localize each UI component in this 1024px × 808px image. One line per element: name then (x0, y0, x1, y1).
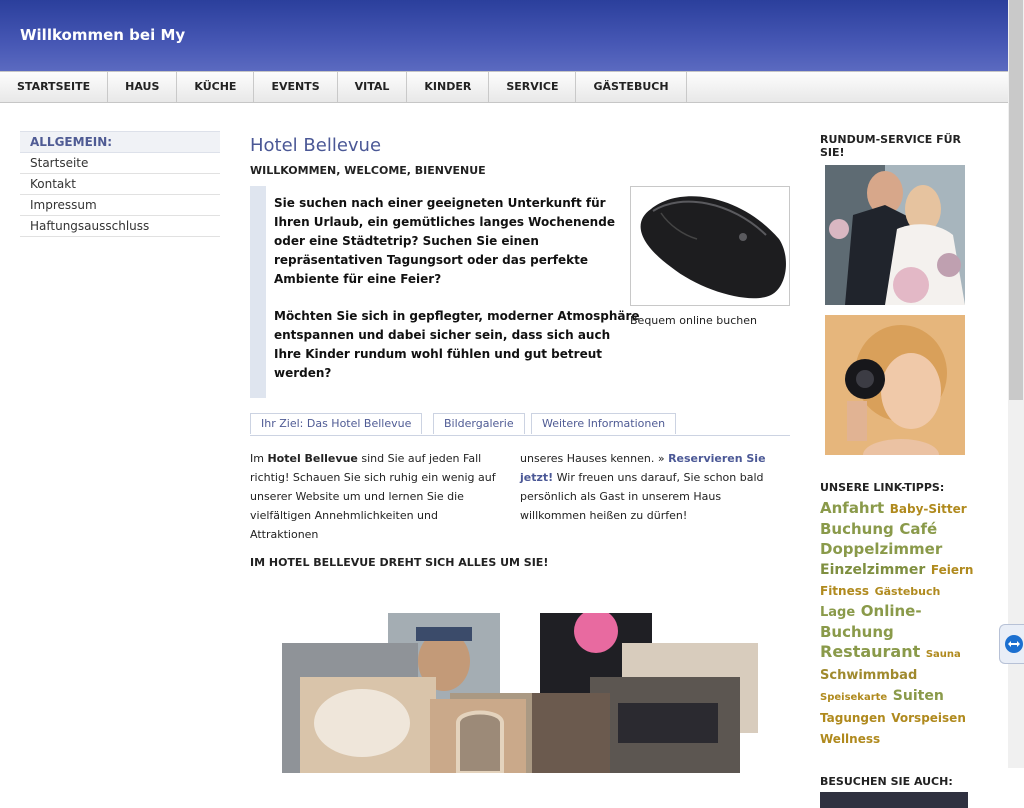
photo-collage (250, 613, 790, 773)
tag-sauna[interactable]: Sauna (926, 649, 961, 660)
nav-startseite[interactable]: STARTSEITE (0, 72, 109, 102)
main-nav: STARTSEITE HAUS KÜCHE EVENTS VITAL KINDE… (0, 71, 1008, 103)
nav-vital[interactable]: VITAL (338, 72, 408, 102)
intro-paragraph-2: Möchten Sie sich in gepflegter, moderner… (274, 309, 640, 380)
sidebar-item-kontakt[interactable]: Kontakt (20, 174, 220, 195)
page-subtitle: WILLKOMMEN, WELCOME, BIENVENUE (250, 164, 486, 177)
sidebar-menu: ALLGEMEIN: Startseite Kontakt Impressum … (20, 131, 220, 237)
intro-quote: Sie suchen nach einer geeigneten Unterku… (250, 186, 640, 398)
tag-tagungen[interactable]: Tagungen (820, 711, 886, 725)
intro-column-2: unseres Hauses kennen. » Reservieren Sie… (520, 449, 790, 525)
nav-gaestebuch[interactable]: GÄSTEBUCH (576, 72, 687, 102)
visit-title: BESUCHEN SIE AUCH: (820, 775, 953, 788)
tag-doppelzimmer[interactable]: Doppelzimmer (820, 540, 942, 558)
nav-kinder[interactable]: KINDER (407, 72, 490, 102)
sidebar-item-startseite[interactable]: Startseite (20, 153, 220, 174)
tag-cafe[interactable]: Café (899, 520, 937, 538)
nav-events[interactable]: EVENTS (254, 72, 338, 102)
visit-banner[interactable] (820, 792, 968, 808)
col1-pre: Im (250, 452, 268, 465)
tab-hotel-bellevue[interactable]: Ihr Ziel: Das Hotel Bellevue (250, 413, 423, 434)
teamviewer-icon[interactable] (999, 624, 1024, 664)
scrollbar-thumb[interactable] (1009, 0, 1023, 400)
tag-gaestebuch[interactable]: Gästebuch (875, 585, 941, 598)
main-content: Hotel Bellevue WILLKOMMEN, WELCOME, BIEN… (250, 135, 790, 773)
nav-kueche[interactable]: KÜCHE (177, 72, 255, 102)
tag-suiten[interactable]: Suiten (893, 688, 944, 704)
sidebar-item-impressum[interactable]: Impressum (20, 195, 220, 216)
tag-feiern[interactable]: Feiern (931, 563, 974, 577)
nav-haus[interactable]: HAUS (108, 72, 178, 102)
tag-fitness[interactable]: Fitness (820, 584, 869, 598)
tag-schwimmbad[interactable]: Schwimmbad (820, 668, 917, 683)
page-title: Hotel Bellevue (250, 135, 382, 156)
wellness-photo[interactable] (825, 315, 965, 455)
tag-wellness[interactable]: Wellness (820, 732, 880, 746)
tag-cloud: Anfahrt Baby-Sitter Buchung Café Doppelz… (820, 498, 975, 749)
site-header: Willkommen bei My (0, 0, 1008, 71)
link-tips-title: UNSERE LINK-TIPPS: (820, 481, 945, 494)
intro-column-1: Im Hotel Bellevue sind Sie auf jeden Fal… (250, 449, 508, 544)
image-caption: Bequem online buchen (630, 314, 758, 327)
nav-service[interactable]: SERVICE (489, 72, 577, 102)
tag-anfahrt[interactable]: Anfahrt (820, 499, 884, 517)
tag-buchung[interactable]: Buchung (820, 520, 894, 538)
tab-bildergalerie[interactable]: Bildergalerie (433, 413, 525, 434)
info-tabs: Ihr Ziel: Das Hotel Bellevue Bildergaler… (250, 413, 790, 436)
tag-baby-sitter[interactable]: Baby-Sitter (890, 502, 967, 516)
intro-paragraph-1: Sie suchen nach einer geeigneten Unterku… (274, 196, 615, 286)
sidebar-heading: ALLGEMEIN: (20, 131, 220, 153)
hotel-name: Hotel Bellevue (267, 452, 358, 465)
mouse-image[interactable] (630, 186, 790, 306)
right-sidebar: RUNDUM-SERVICE FÜR SIE! UNSERE LINK-TIPP… (820, 133, 975, 808)
tag-vorspeisen[interactable]: Vorspeisen (891, 711, 966, 725)
col2-pre: unseres Hauses kennen. » (520, 452, 669, 465)
site-title: Willkommen bei My (20, 26, 186, 44)
col2-post: Wir freuen uns darauf, Sie schon bald pe… (520, 471, 764, 522)
service-title: RUNDUM-SERVICE FÜR SIE! (820, 133, 962, 159)
tag-lage[interactable]: Lage (820, 605, 855, 620)
col1-post: sind Sie auf jeden Fall richtig! Schauen… (250, 452, 496, 541)
tag-speisekarte[interactable]: Speisekarte (820, 692, 887, 703)
sidebar-item-haftungsausschluss[interactable]: Haftungsausschluss (20, 216, 220, 237)
tab-weitere-informationen[interactable]: Weitere Informationen (531, 413, 677, 434)
tag-einzelzimmer[interactable]: Einzelzimmer (820, 562, 925, 578)
tag-restaurant[interactable]: Restaurant (820, 642, 920, 661)
tagline: IM HOTEL BELLEVUE DREHT SICH ALLES UM SI… (250, 556, 549, 569)
wedding-photo[interactable] (825, 165, 965, 305)
